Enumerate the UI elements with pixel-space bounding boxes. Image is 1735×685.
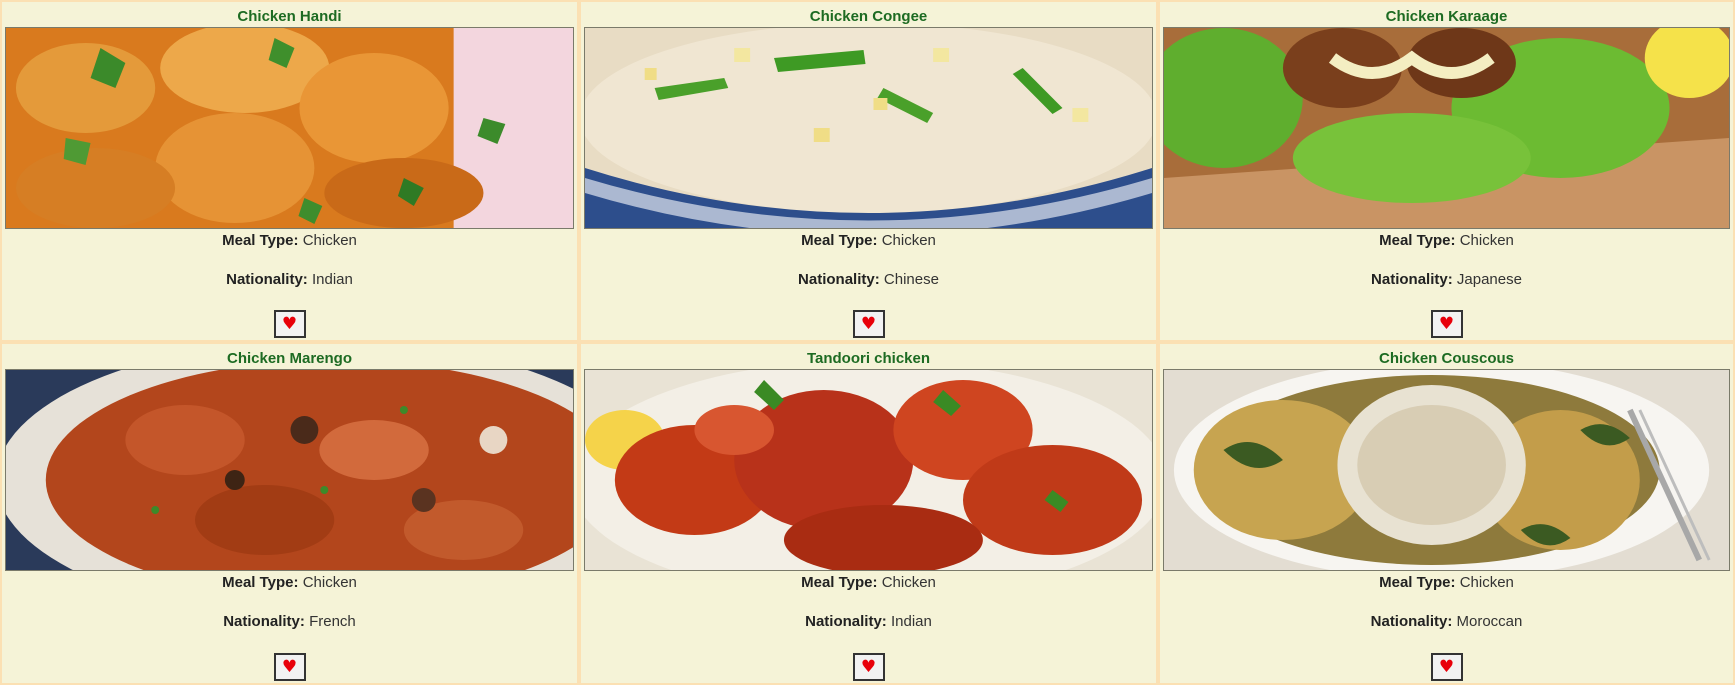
meal-type-row: Meal Type: Chicken (1160, 232, 1733, 249)
meal-image (584, 27, 1153, 229)
meal-image (584, 369, 1153, 571)
nationality-value: Indian (311, 271, 353, 288)
meal-type-row: Meal Type: Chicken (581, 232, 1156, 249)
nationality-row: Nationality: Indian (581, 613, 1156, 630)
meal-type-value: Chicken (1459, 232, 1514, 249)
meal-type-row: Meal Type: Chicken (2, 574, 577, 591)
meal-image (1163, 27, 1730, 229)
heart-icon: ♥ (281, 656, 298, 677)
nationality-row: Nationality: Indian (2, 271, 577, 288)
meal-type-value: Chicken (302, 232, 357, 249)
meal-type-value: Chicken (1459, 574, 1514, 591)
meal-card: Chicken Marengo Meal Type: Chicken Natio… (0, 342, 579, 685)
meal-type-label: Meal Type: (1379, 574, 1456, 591)
nationality-value: Indian (890, 613, 932, 630)
meal-card: Chicken Karaage Meal Type: Chicken Natio… (1158, 0, 1735, 342)
nationality-value: Moroccan (1456, 613, 1523, 630)
nationality-label: Nationality: (226, 271, 308, 288)
nationality-value: Chinese (883, 271, 939, 288)
nationality-label: Nationality: (805, 613, 887, 630)
nationality-row: Nationality: Chinese (581, 271, 1156, 288)
heart-icon: ♥ (1438, 656, 1455, 677)
meal-title: Chicken Couscous (1378, 350, 1515, 367)
heart-icon: ♥ (281, 313, 298, 334)
meal-title: Chicken Marengo (226, 350, 353, 367)
meal-image (5, 27, 574, 229)
nationality-label: Nationality: (1371, 271, 1453, 288)
meal-title: Tandoori chicken (806, 350, 931, 367)
meal-card: Chicken Congee Meal Type: Chicken Nation… (579, 0, 1158, 342)
nationality-row: Nationality: French (2, 613, 577, 630)
meal-type-label: Meal Type: (222, 232, 299, 249)
heart-icon: ♥ (1438, 313, 1455, 334)
nationality-value: Japanese (1456, 271, 1522, 288)
meal-type-row: Meal Type: Chicken (1160, 574, 1733, 591)
meal-type-value: Chicken (302, 574, 357, 591)
meal-type-value: Chicken (881, 574, 936, 591)
meal-type-row: Meal Type: Chicken (2, 232, 577, 249)
nationality-label: Nationality: (223, 613, 305, 630)
heart-icon: ♥ (860, 656, 877, 677)
meal-type-label: Meal Type: (801, 232, 878, 249)
nationality-label: Nationality: (1370, 613, 1453, 630)
favorite-button[interactable]: ♥ (852, 653, 885, 681)
meal-type-label: Meal Type: (222, 574, 299, 591)
meal-title: Chicken Karaage (1385, 8, 1508, 25)
meal-type-label: Meal Type: (801, 574, 878, 591)
meal-type-row: Meal Type: Chicken (581, 574, 1156, 591)
meal-card: Tandoori chicken Meal Type: Chicken Nati… (579, 342, 1158, 685)
meal-card: Chicken Couscous Meal Type: Chicken Nati… (1158, 342, 1735, 685)
favorite-button[interactable]: ♥ (1430, 310, 1463, 338)
nationality-value: French (309, 613, 356, 630)
nationality-row: Nationality: Moroccan (1160, 613, 1733, 630)
favorite-button[interactable]: ♥ (852, 310, 885, 338)
meal-image (1163, 369, 1730, 571)
meal-title: Chicken Congee (809, 8, 928, 25)
nationality-row: Nationality: Japanese (1160, 271, 1733, 288)
meal-type-value: Chicken (881, 232, 936, 249)
nationality-label: Nationality: (798, 271, 880, 288)
heart-icon: ♥ (860, 313, 877, 334)
favorite-button[interactable]: ♥ (1430, 653, 1463, 681)
meal-image (5, 369, 574, 571)
meal-grid: Chicken Handi Meal Type: Chicken Nationa… (0, 0, 1735, 685)
meal-title: Chicken Handi (237, 8, 342, 25)
favorite-button[interactable]: ♥ (273, 310, 306, 338)
meal-card: Chicken Handi Meal Type: Chicken Nationa… (0, 0, 579, 342)
favorite-button[interactable]: ♥ (273, 653, 306, 681)
meal-type-label: Meal Type: (1379, 232, 1456, 249)
